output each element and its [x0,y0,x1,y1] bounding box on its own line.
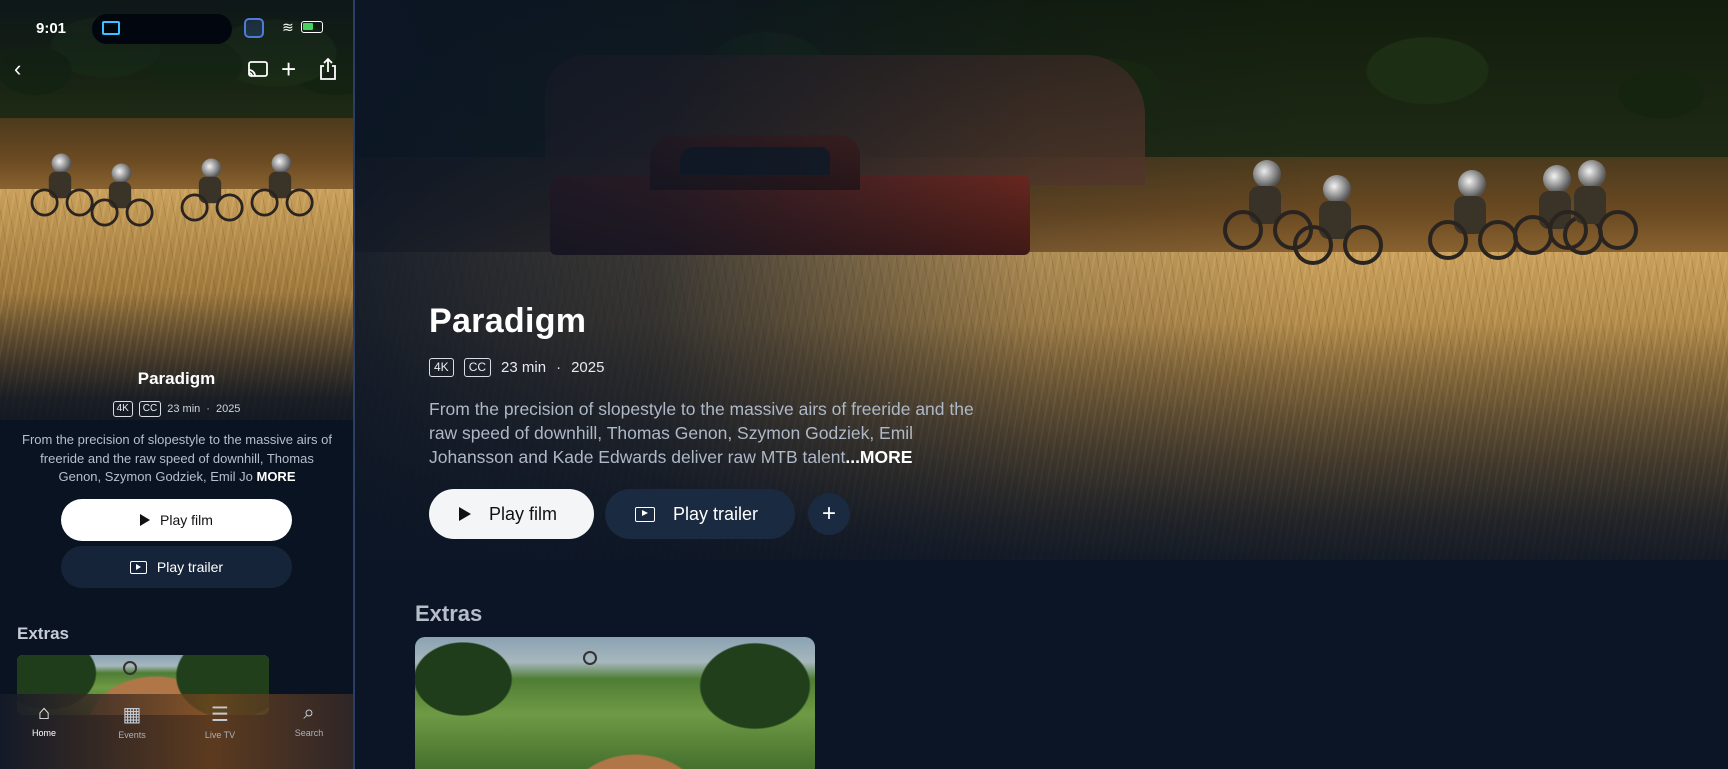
calendar-icon: ▦ [122,704,142,726]
add-to-list-button[interactable]: + [808,493,850,535]
play-trailer-label: Play trailer [156,559,224,575]
status-time: 9:01 [36,19,67,37]
meta-separator: · [556,359,562,376]
airplay-icon [102,21,120,35]
phone-top-bar: ‹ + [0,56,353,86]
play-icon [140,514,151,526]
battery-icon [301,21,323,33]
cast-icon[interactable] [247,60,269,80]
film-description: From the precision of slopestyle to the … [429,397,989,469]
phone-screen: 9:01 ≋ ‹ + Paradigm 4K CC 23 min · 2025 … [0,0,353,769]
duration: 23 min [501,359,547,376]
badge-4k: 4K [112,401,133,417]
trailer-icon [129,560,147,574]
play-film-button[interactable]: Play film [429,489,594,539]
tab-live-tv-label: Live TV [204,730,236,740]
badge-cc: CC [463,358,492,377]
extras-heading: Extras [415,601,483,626]
play-icon [459,507,471,521]
film-title: Paradigm [137,369,216,388]
extras-thumbnail[interactable] [415,637,815,769]
plus-icon: + [821,500,836,527]
more-link[interactable]: MORE [256,469,295,484]
play-film-label: Play film [160,512,213,528]
wifi-icon: ≋ [282,19,294,35]
home-icon: ⌂ [37,702,51,724]
status-bar: 9:01 ≋ [0,14,353,44]
extras-heading: Extras [17,624,69,643]
year: 2025 [571,359,605,376]
play-trailer-button[interactable]: Play trailer [605,489,795,539]
dynamic-island [92,14,232,44]
film-meta: 4K CC 23 min · 2025 [429,358,604,377]
play-film-button[interactable]: Play film [61,499,292,541]
list-icon: ☰ [211,704,229,726]
tab-events[interactable]: ▦ Events [97,702,167,740]
tab-live-tv[interactable]: ☰ Live TV [185,702,255,740]
year: 2025 [215,403,241,415]
badge-4k: 4K [429,358,454,377]
duration: 23 min [167,403,201,415]
more-link[interactable]: ...MORE [845,447,912,467]
film-description: From the precision of slopestyle to the … [20,431,334,487]
search-icon: ⌕ [303,702,315,724]
tab-events-label: Events [118,730,146,740]
tab-search-label: Search [294,728,324,738]
play-trailer-label: Play trailer [673,503,759,524]
trailer-icon [635,506,655,522]
tab-bar: ⌂ Home ▦ Events ☰ Live TV ⌕ Search [0,694,353,769]
screen-mirroring-icon [244,18,264,38]
film-meta: 4K CC 23 min · 2025 [0,401,353,417]
back-icon[interactable]: ‹ [14,58,21,80]
badge-cc: CC [138,401,162,417]
tab-home[interactable]: ⌂ Home [9,702,79,738]
film-title: Paradigm [429,302,587,340]
meta-separator: · [206,403,210,415]
tablet-screen: Paradigm 4K CC 23 min · 2025 From the pr… [353,0,1728,769]
play-trailer-button[interactable]: Play trailer [61,546,292,588]
tab-search[interactable]: ⌕ Search [274,702,344,738]
add-icon[interactable]: + [281,56,296,82]
play-film-label: Play film [489,503,558,524]
tab-home-label: Home [31,728,56,738]
share-icon[interactable] [318,57,338,81]
